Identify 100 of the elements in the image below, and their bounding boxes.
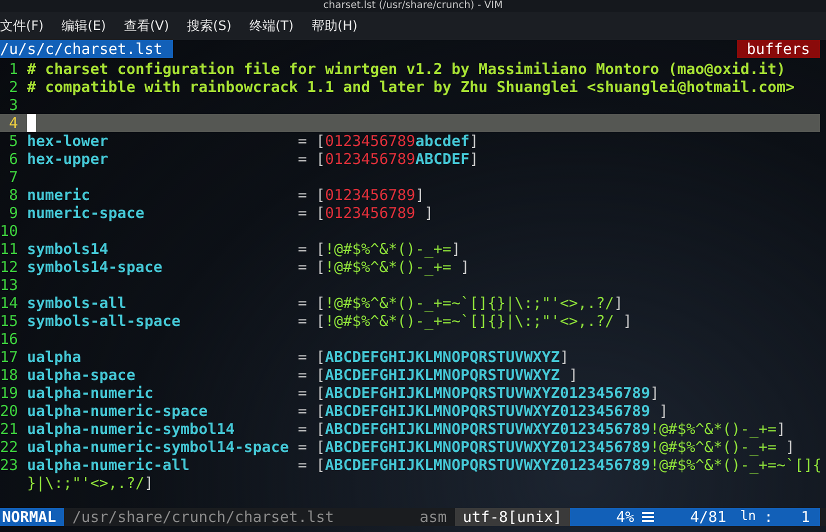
line-number: 3 [8,96,18,114]
symbol-text: !@#$%^&*()-_+= [650,420,777,438]
key-name: symbols14-space [27,258,164,276]
line-number: 12 [0,258,18,276]
line-number: 21 [0,420,18,438]
operator-text: ] [614,294,624,312]
digit-text: 0123456789 [325,204,416,222]
line-number: 20 [0,402,18,420]
operator-text: = [ [298,150,326,168]
buffers-label: buffers [736,40,820,58]
line-number: 11 [0,240,18,258]
menu-item[interactable]: 帮助(H) [312,17,360,35]
line-number: 9 [8,204,18,222]
operator-text: ] [470,132,479,150]
percent-label: 4% [616,508,634,526]
comment-text: # charset configuration file for winrtgen v1.2 by Massimiliano Montoro (mao@oxid.it) [27,60,786,78]
line-number: 17 [0,348,18,366]
key-name: ualpha-numeric-symbol14-space [27,438,290,456]
key-name: symbols-all [27,294,128,312]
key-name: ualpha-numeric [27,384,154,402]
operator-text: ] [650,384,660,402]
key-name: symbols14 [27,240,110,258]
symbol-text: !@#$%^&*()-_+=~`[]{}|\:;"'<>,.?/ [325,294,614,312]
operator-text: = [ [298,438,326,456]
menu-item[interactable]: 文件(F) [0,17,46,35]
operator-text: = [ [298,240,326,258]
operator-text: = [ [298,366,326,384]
line-number: 10 [0,222,18,240]
operator-text: ] [423,204,434,222]
symbol-text: !@#$%^&*()-_+=~`[]{}|\:;"'<>,.?/ [325,312,614,330]
column-number: 1 [800,508,810,526]
line-number: 5 [8,132,18,150]
line-number: 22 [0,438,18,456]
key-name: ualpha [27,348,82,366]
lines-icon [642,511,654,523]
key-name: ualpha-numeric-symbol14 [27,420,236,438]
line-number: 1 [8,60,18,78]
letter-text: ABCDEFGHIJKLMNOPQRSTUVWXYZ0123456789 [325,402,650,420]
key-name: hex-upper [27,150,110,168]
menu-item[interactable]: 搜索(S) [187,17,234,35]
symbol-text: !@#$%^&*()-_+=~`[]{ [650,456,822,474]
letter-text: ABCDEFGHIJKLMNOPQRSTUVWXYZ0123456789 [325,438,650,456]
digit-text: 0123456789 [325,150,416,168]
line-number: 18 [0,366,18,384]
line-number: 19 [0,384,18,402]
digit-text: 0123456789 [325,132,416,150]
comment-text: # compatible with rainbowcrack 1.1 and later by Zhu Shuanglei <shuanglei@hotmail.com> [27,78,795,96]
operator-text: ] [470,150,479,168]
line-number: 15 [0,312,18,330]
mode-indicator: NORMAL [0,508,64,526]
letter-text: ABCDEFGHIJKLMNOPQRSTUVWXYZ0123456789 [325,420,650,438]
key-name: hex-lower [27,132,110,150]
operator-text: ] [144,474,154,492]
encoding-label: utf-8[unix] [454,508,570,526]
operator-text: = [ [298,132,326,150]
line-number: 16 [0,330,18,348]
operator-text: = [ [298,384,326,402]
symbol-text: }|\:;"'<>,.?/ [27,474,144,492]
operator-text: ] [459,258,470,276]
operator-text: = [ [298,348,326,366]
operator-text: ] [415,186,424,204]
symbol-text: !@#$%^&*()-_+= [325,240,452,258]
operator-text: ] [451,240,460,258]
key-name: symbols-all-space [27,312,182,330]
menu-item[interactable]: 编辑(E) [62,17,108,35]
buffer-tab[interactable]: /u/s/c/charset.lst [0,40,173,58]
line-number: 13 [0,276,18,294]
key-name: numeric-space [27,204,146,222]
filetype-label: asm [420,508,448,526]
line-number: 8 [8,186,18,204]
operator-text: = [ [298,402,326,420]
operator-text: ] [622,312,632,330]
operator-text: = [ [298,204,326,222]
line-number: 2 [8,78,18,96]
digit-text: 0123456789 [325,186,416,204]
key-name: numeric [27,186,92,204]
operator-text: ] [560,348,569,366]
symbol-text: !@#$%^&*()-_+= [325,258,452,276]
colon-text: : [764,508,773,526]
operator-text: = [ [298,420,326,438]
key-name: ualpha-numeric-space [27,402,209,420]
menu-item[interactable]: 查看(V) [124,17,172,35]
file-path: /usr/share/crunch/charset.lst [71,508,336,526]
letter-text: ABCDEFGHIJKLMNOPQRSTUVWXYZ [325,348,560,366]
operator-text: ] [776,420,786,438]
operator-text: ] [568,366,578,384]
operator-text: = [ [298,456,326,474]
operator-text: ] [784,438,795,456]
key-name: ualpha-numeric-all [27,456,191,474]
operator-text: = [ [298,258,326,276]
letter-text: ABCDEFGHIJKLMNOPQRSTUVWXYZ0123456789 [325,384,650,402]
menu-item[interactable]: 终端(T) [249,17,296,35]
line-number: 23 [0,456,18,474]
operator-text: = [ [298,186,326,204]
key-name: ualpha-space [27,366,136,384]
letter-text: ABCDEF [415,150,470,168]
line-position: 4/81 [690,508,726,526]
operator-text: = [ [298,294,326,312]
line-number: 7 [8,168,18,186]
ln-label: ln [740,508,756,526]
